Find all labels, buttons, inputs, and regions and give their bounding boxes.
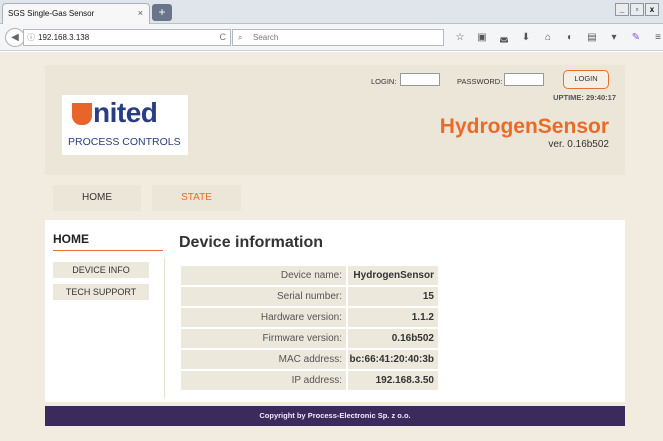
logo-u-mark [72,103,92,125]
page: nited PROCESS CONTROLS LOGIN: PASSWORD: … [0,52,663,441]
table-row: Hardware version: 1.1.2 [181,308,438,327]
search-placeholder: Search [253,33,279,42]
sidebar-underline [53,250,163,251]
table-row: Firmware version: 0.16b502 [181,329,438,348]
table-row: MAC address: bc:66:41:20:40:3b [181,350,438,369]
uptime-text: UPTIME: 29:40:17 [553,93,616,102]
content-panel: HOME DEVICE INFO TECH SUPPORT Device inf… [45,220,625,402]
minimize-button[interactable]: _ [615,3,629,16]
star-icon[interactable]: ☆ [450,29,470,46]
back-button[interactable]: ◀ [5,28,25,47]
pocket-icon[interactable]: ◛ [494,29,514,46]
browser-titlebar: SGS Single-Gas Sensor × + _ ▫ x [0,0,663,24]
table-row: Serial number: 15 [181,287,438,306]
tab-title: SGS Single-Gas Sensor [8,9,95,18]
info-value: 15 [346,287,438,306]
info-label: IP address: [181,371,346,390]
info-label: MAC address: [181,350,346,369]
search-icon: ⌕ [238,33,243,42]
password-field[interactable] [504,73,544,86]
logo-subtitle: PROCESS CONTROLS [68,136,181,148]
login-button[interactable]: LOGIN [563,70,609,89]
sidebar-item-tech-support[interactable]: TECH SUPPORT [53,284,149,300]
reader-icon[interactable]: ▤ [582,29,602,46]
tab-close-icon[interactable]: × [138,4,143,23]
info-label: Device name: [181,266,346,285]
united-logo: nited PROCESS CONTROLS [62,95,188,155]
logo-word: nited [93,97,158,128]
search-input[interactable]: ⌕ Search [232,29,444,46]
new-tab-button[interactable]: + [152,4,172,21]
info-label: Hardware version: [181,308,346,327]
login-field[interactable] [400,73,440,86]
reload-icon[interactable]: C [220,30,227,45]
info-value: HydrogenSensor [346,266,438,285]
browser-toolbar: ☆ ▣ ◛ ⬇ ⌂ ◐ ▤ ▾ ✎ ≡ [450,29,663,46]
url-text: 192.168.3.138 [38,33,90,42]
extension-icon[interactable]: ◐ [560,29,580,46]
url-bar[interactable]: ⓘ 192.168.3.138 C [23,29,231,46]
download-icon[interactable]: ⬇ [516,29,536,46]
page-header: nited PROCESS CONTROLS LOGIN: PASSWORD: … [45,65,625,175]
clipboard-icon[interactable]: ▣ [472,29,492,46]
info-value: 0.16b502 [346,329,438,348]
sidebar-divider [164,258,165,398]
menu-icon[interactable]: ≡ [648,29,663,46]
restore-button[interactable]: ▫ [630,3,644,16]
close-window-button[interactable]: x [645,3,659,16]
product-version: ver. 0.16b502 [548,139,609,150]
info-value: 192.168.3.50 [346,371,438,390]
info-label: Firmware version: [181,329,346,348]
nav-state-tab[interactable]: STATE [152,185,241,211]
info-value: bc:66:41:20:40:3b [346,350,438,369]
nav-home-tab[interactable]: HOME [53,185,141,211]
dropdown-icon[interactable]: ▾ [604,29,624,46]
browser-navbar: ◀ ⓘ 192.168.3.138 C ⌕ Search ☆ ▣ ◛ ⬇ ⌂ ◐… [0,24,663,51]
table-row: Device name: HydrogenSensor [181,266,438,285]
footer: Copyright by Process-Electronic Sp. z o.… [45,406,625,426]
window-controls: _ ▫ x [615,3,659,16]
table-row: IP address: 192.168.3.50 [181,371,438,390]
browser-tab[interactable]: SGS Single-Gas Sensor × [2,3,150,24]
info-icon[interactable]: ⓘ [27,30,35,45]
product-name: HydrogenSensor [439,115,609,138]
pen-icon[interactable]: ✎ [626,29,646,46]
sidebar-item-device-info[interactable]: DEVICE INFO [53,262,149,278]
sidebar-title: HOME [53,232,89,246]
info-value: 1.1.2 [346,308,438,327]
password-label: PASSWORD: [457,77,503,86]
home-icon[interactable]: ⌂ [538,29,558,46]
login-label: LOGIN: [371,77,397,86]
device-info-table: Device name: HydrogenSensor Serial number:… [181,264,438,392]
page-title: Device information [179,234,324,251]
info-label: Serial number: [181,287,346,306]
